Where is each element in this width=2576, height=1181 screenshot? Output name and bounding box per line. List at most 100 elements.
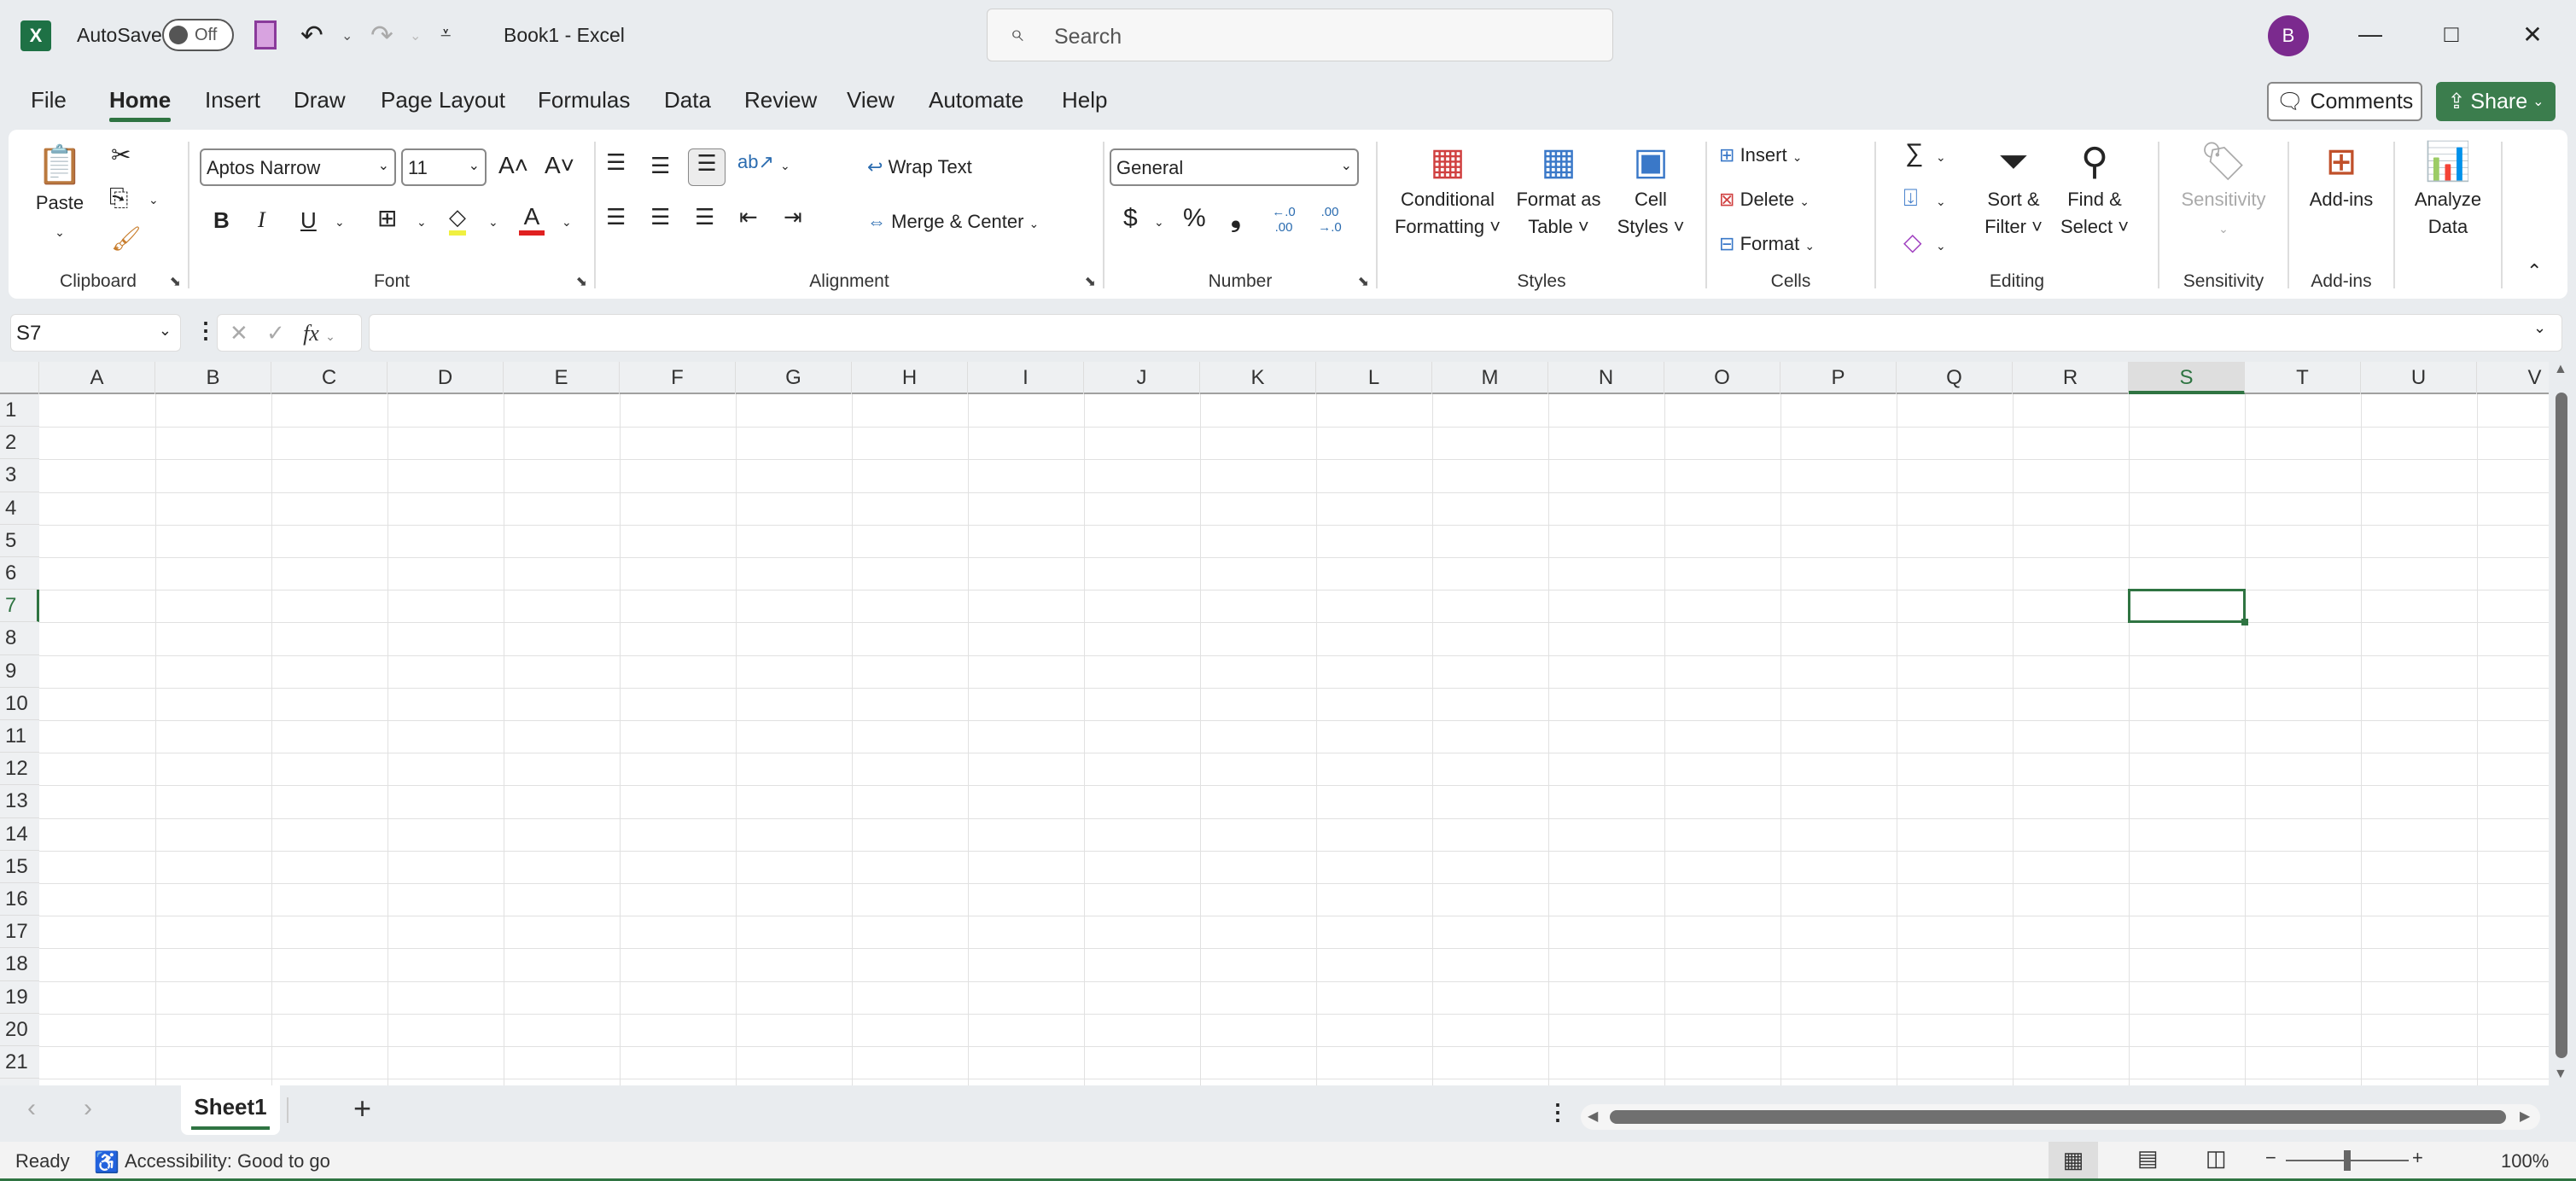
column-header-p[interactable]: P (1780, 362, 1897, 394)
align-center-icon[interactable]: ☰ (650, 203, 670, 230)
column-header-o[interactable]: O (1664, 362, 1780, 394)
more-options-icon[interactable]: ⋮ (1547, 1099, 1569, 1126)
scroll-right-icon[interactable]: ▶ (2520, 1108, 2530, 1125)
analyze-data-button[interactable]: 📊 Analyze Data (2400, 138, 2496, 241)
wrap-text-button[interactable]: ↩ Wrap Text (867, 154, 972, 181)
row-header-5[interactable]: 5 (0, 524, 39, 557)
clear-dropdown-icon[interactable]: ⌄ (1936, 232, 1946, 259)
underline-dropdown-icon[interactable]: ⌄ (335, 208, 345, 236)
column-header-q[interactable]: Q (1897, 362, 2013, 394)
tab-automate[interactable]: Automate (929, 87, 1023, 113)
font-color-dropdown-icon[interactable]: ⌄ (562, 208, 572, 236)
save-icon[interactable] (254, 20, 277, 49)
font-name-select[interactable]: Aptos Narrow ⌄ (200, 148, 396, 186)
zoom-slider-thumb[interactable] (2344, 1150, 2351, 1171)
column-header-k[interactable]: K (1200, 362, 1316, 394)
accessibility-status[interactable]: Accessibility: Good to go (125, 1150, 330, 1172)
zoom-level[interactable]: 100% (2501, 1150, 2549, 1172)
redo-dropdown-icon[interactable]: ⌄ (410, 27, 421, 44)
fill-handle[interactable] (2241, 619, 2248, 626)
column-header-h[interactable]: H (852, 362, 968, 394)
dialog-launcher-icon[interactable]: ⬊ (1085, 273, 1096, 290)
cancel-icon[interactable]: ✕ (230, 320, 248, 346)
column-header-n[interactable]: N (1548, 362, 1664, 394)
row-header-10[interactable]: 10 (0, 687, 39, 720)
percent-icon[interactable]: % (1183, 205, 1206, 232)
decrease-indent-icon[interactable]: ⇤ (739, 203, 758, 230)
scroll-left-icon[interactable]: ◀ (1588, 1108, 1598, 1125)
avatar[interactable]: B (2268, 15, 2309, 56)
accessibility-icon[interactable]: ♿ (94, 1150, 119, 1175)
maximize-button[interactable]: □ (2434, 17, 2468, 51)
insert-cells-button[interactable]: ⊞ Insert ⌄ (1719, 142, 1802, 171)
search-input[interactable]: ⌕ Search (987, 9, 1613, 61)
row-header-21[interactable]: 21 (0, 1046, 39, 1079)
paste-button[interactable]: 📋 Paste ⌄ (32, 142, 87, 246)
row-header-3[interactable]: 3 (0, 459, 39, 492)
zoom-slider[interactable] (2286, 1150, 2409, 1171)
comments-button[interactable]: 🗨 Comments (2267, 82, 2422, 121)
column-header-d[interactable]: D (388, 362, 504, 394)
align-middle-icon[interactable]: ☰ (650, 152, 670, 179)
undo-dropdown-icon[interactable]: ⌄ (341, 27, 353, 44)
row-header-14[interactable]: 14 (0, 817, 39, 851)
fill-color-icon[interactable]: ◇ (449, 203, 466, 236)
undo-icon[interactable]: ↶ (300, 19, 323, 51)
grow-font-icon[interactable]: A˄ (498, 152, 528, 179)
tab-formulas[interactable]: Formulas (538, 87, 630, 113)
increase-decimal-icon[interactable]: ←.0 .00 (1267, 205, 1301, 236)
column-header-a[interactable]: A (39, 362, 155, 394)
column-header-m[interactable]: M (1432, 362, 1548, 394)
chevron-down-icon[interactable]: ⌄ (325, 329, 335, 343)
row-header-1[interactable]: 1 (0, 394, 39, 428)
close-button[interactable]: ✕ (2515, 17, 2550, 51)
number-format-select[interactable]: General ⌄ (1110, 148, 1359, 186)
borders-icon[interactable]: ⊞ (377, 205, 397, 232)
font-size-select[interactable]: 11 ⌄ (401, 148, 487, 186)
cut-icon[interactable]: ✂ (111, 142, 131, 169)
tab-review[interactable]: Review (744, 87, 817, 113)
formula-input[interactable] (369, 314, 2562, 352)
italic-button[interactable]: I (258, 207, 265, 234)
column-header-f[interactable]: F (620, 362, 736, 394)
vertical-scrollbar[interactable]: ▲ ▼ (2550, 362, 2573, 1087)
align-top-icon[interactable]: ☰ (606, 148, 626, 176)
row-header-19[interactable]: 19 (0, 980, 39, 1014)
scroll-thumb[interactable] (1610, 1110, 2506, 1124)
zoom-out-button[interactable]: − (2265, 1147, 2276, 1169)
spreadsheet-grid[interactable]: ABCDEFGHIJKLMNOPQRSTUV 1 2 3 4 5 6 7 8 9 10 11 12 13… (0, 362, 2549, 1085)
sheet-tab-sheet1[interactable]: Sheet1 (181, 1085, 280, 1135)
row-header-16[interactable]: 16 (0, 883, 39, 916)
share-button[interactable]: ⇪ Share ⌄ (2436, 82, 2556, 121)
column-header-l[interactable]: L (1316, 362, 1432, 394)
copy-icon[interactable]: ⎘ (109, 184, 128, 212)
dialog-launcher-icon[interactable]: ⬊ (576, 273, 587, 290)
orientation-icon[interactable]: ab↗ (737, 148, 774, 176)
underline-button[interactable]: U (300, 207, 317, 234)
tab-home[interactable]: Home (109, 87, 172, 122)
format-as-table-button[interactable]: ▦ Format as Table ˅ (1511, 138, 1606, 241)
column-header-i[interactable]: I (968, 362, 1084, 394)
copy-dropdown-icon[interactable]: ⌄ (149, 186, 159, 213)
tab-page-layout[interactable]: Page Layout (381, 87, 505, 113)
name-box[interactable]: S7 ⌄ (10, 314, 181, 352)
page-layout-view-icon[interactable]: ▤ (2137, 1145, 2159, 1172)
conditional-formatting-button[interactable]: ▦ Conditional Formatting ˅ (1390, 138, 1506, 241)
horizontal-scrollbar[interactable]: ◀ ▶ (1581, 1104, 2540, 1130)
page-break-view-icon[interactable]: ◫ (2206, 1145, 2227, 1172)
shrink-font-icon[interactable]: A˅ (545, 152, 574, 179)
dialog-launcher-icon[interactable]: ⬊ (170, 273, 181, 290)
tab-insert[interactable]: Insert (205, 87, 260, 113)
fill-dropdown-icon[interactable]: ⌄ (1936, 188, 1946, 215)
tab-view[interactable]: View (847, 87, 895, 113)
column-header-e[interactable]: E (504, 362, 620, 394)
tab-file[interactable]: File (31, 87, 67, 113)
row-header-12[interactable]: 12 (0, 753, 39, 786)
row-header-13[interactable]: 13 (0, 785, 39, 818)
row-header-8[interactable]: 8 (0, 622, 39, 655)
fill-color-dropdown-icon[interactable]: ⌄ (488, 208, 498, 236)
dialog-launcher-icon[interactable]: ⬊ (1358, 273, 1369, 290)
enter-icon[interactable]: ✓ (266, 320, 285, 346)
format-cells-button[interactable]: ⊟ Format ⌄ (1719, 230, 1815, 259)
addins-button[interactable]: ⊞ Add-ins (2294, 138, 2388, 213)
